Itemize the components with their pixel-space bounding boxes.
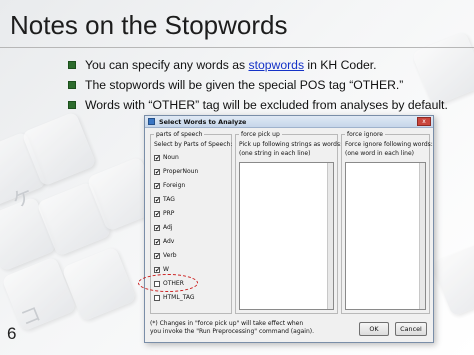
pos-checkbox-foreign[interactable]: ✔ Foreign (154, 181, 185, 190)
note-line: (*) Changes in "force pick up" will take… (150, 320, 304, 327)
bullet-square-icon (68, 81, 76, 89)
bullet-item: Words with “OTHER” tag will be excluded … (68, 96, 468, 116)
pos-checkbox-tag[interactable]: ✔ TAG (154, 195, 175, 204)
stopwords-link[interactable]: stopwords (249, 58, 305, 72)
vertical-scrollbar[interactable] (327, 163, 333, 309)
group-subtitle: Select by Parts of Speech: (154, 141, 233, 148)
vertical-scrollbar[interactable] (419, 163, 425, 309)
group-legend: force pick up (239, 131, 282, 138)
pos-checkbox-verb[interactable]: ✔ Verb (154, 251, 177, 260)
pos-checkbox-propernoun[interactable]: ✔ ProperNoun (154, 167, 198, 176)
bullet-item: You can specify any words as stopwords i… (68, 56, 468, 76)
checkbox-label: Adv (163, 238, 175, 245)
dialog-titlebar[interactable]: Select Words to Analyze x (145, 116, 433, 128)
bullet-list: You can specify any words as stopwords i… (68, 56, 468, 116)
cancel-button[interactable]: Cancel (395, 322, 427, 336)
checkbox-label: Verb (163, 252, 177, 259)
checkbox-label: TAG (163, 196, 175, 203)
pos-checkbox-adj[interactable]: ✔ Adj (154, 223, 172, 232)
dialog-title: Select Words to Analyze (159, 118, 247, 126)
close-button[interactable]: x (417, 117, 431, 126)
app-icon (148, 118, 155, 125)
pos-checkbox-adv[interactable]: ✔ Adv (154, 237, 174, 246)
bullet-text: in KH Coder. (304, 58, 377, 72)
checkbox-icon[interactable]: ✔ (154, 238, 160, 245)
pos-checkbox-prp[interactable]: ✔ PRP (154, 209, 174, 218)
checkbox-icon[interactable]: ✔ (154, 252, 160, 259)
group-instruction: Pick up following strings as words: (239, 141, 343, 148)
group-legend: force ignore (345, 131, 385, 138)
pos-checkbox-w[interactable]: ✔ W (154, 265, 169, 274)
pos-checkbox-html-tag[interactable]: HTML_TAG (154, 293, 195, 302)
checkbox-label: W (163, 266, 169, 273)
force-ignore-textarea[interactable] (345, 162, 426, 310)
bullet-square-icon (68, 101, 76, 109)
group-instruction: (one word in each line) (345, 150, 414, 157)
force-pick-up-group: force pick up Pick up following strings … (235, 131, 342, 314)
checkbox-icon[interactable]: ✔ (154, 224, 160, 231)
checkbox-icon[interactable]: ✔ (154, 266, 160, 273)
checkbox-icon[interactable]: ✔ (154, 168, 160, 175)
group-legend: parts of speech (154, 131, 205, 138)
bullet-text: The stopwords will be given the special … (85, 78, 404, 92)
group-instruction: (one string in each line) (239, 150, 311, 157)
bullet-item: The stopwords will be given the special … (68, 76, 468, 96)
keyboard-key (431, 241, 474, 317)
checkbox-icon[interactable] (154, 294, 160, 301)
checkbox-icon[interactable]: ✔ (154, 196, 160, 203)
title-divider (0, 47, 474, 48)
checkbox-label: HTML_TAG (163, 294, 195, 301)
pos-checkbox-noun[interactable]: ✔ Noun (154, 153, 179, 162)
group-instruction: Force ignore following words: (345, 141, 433, 148)
note-line: you invoke the "Run Preprocessing" comma… (150, 328, 315, 335)
checkbox-label: Noun (163, 154, 179, 161)
bullet-text: You can specify any words as (85, 58, 249, 72)
bullet-square-icon (68, 61, 76, 69)
bullet-text: Words with “OTHER” tag will be excluded … (85, 98, 448, 112)
slide-title: Notes on the Stopwords (10, 10, 288, 40)
ok-button[interactable]: OK (359, 322, 389, 336)
checkbox-label: Foreign (163, 182, 186, 189)
checkbox-label: ProperNoun (163, 168, 199, 175)
checkbox-icon[interactable]: ✔ (154, 182, 160, 189)
page-number: 6 (7, 324, 17, 343)
force-ignore-group: force ignore Force ignore following word… (341, 131, 433, 314)
select-words-dialog: Select Words to Analyze x parts of speec… (144, 115, 434, 343)
checkbox-label: Adj (163, 224, 173, 231)
checkbox-icon[interactable]: ✔ (154, 154, 160, 161)
checkbox-label: PRP (163, 210, 175, 217)
other-highlight-ring (138, 274, 198, 292)
checkbox-icon[interactable]: ✔ (154, 210, 160, 217)
force-pick-up-textarea[interactable] (239, 162, 334, 310)
preprocessing-note: (*) Changes in "force pick up" will take… (150, 320, 314, 336)
